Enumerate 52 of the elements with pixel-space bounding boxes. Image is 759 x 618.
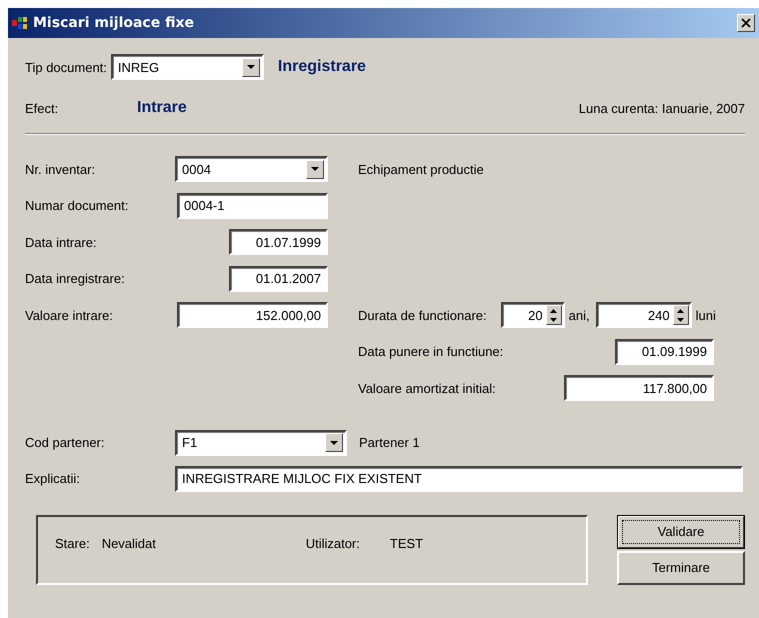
input-field[interactable]: 01.09.1999 <box>615 338 714 365</box>
dropdown-button[interactable] <box>306 160 324 179</box>
dialog-button[interactable]: Terminare <box>617 550 745 584</box>
close-button[interactable] <box>737 14 755 32</box>
field-label: Tip document: <box>25 60 107 74</box>
spinner-arrows[interactable] <box>546 305 562 326</box>
field-label: Valoare amortizat initial: <box>358 380 496 396</box>
spin-field[interactable]: 240 <box>596 302 692 328</box>
field-label: Numar document: <box>25 198 130 214</box>
field-label: Cod partener: <box>25 435 106 450</box>
user-value: TEST <box>390 536 424 551</box>
input-field[interactable]: INREGISTRARE MIJLOC FIX EXISTENT <box>175 466 743 492</box>
unit-label: ani, <box>568 308 590 323</box>
document-type-description: Inregistrare <box>278 58 366 76</box>
inventory-combo[interactable]: 0004 <box>175 156 328 182</box>
caret-icon <box>330 440 338 444</box>
close-icon <box>741 18 751 28</box>
spinner-arrows[interactable] <box>672 305 689 326</box>
dropdown-button[interactable] <box>242 58 260 76</box>
combo-value: 0004 <box>182 162 212 177</box>
field-label: Explicatii: <box>25 471 81 486</box>
dialog-button[interactable]: Validare <box>617 514 745 548</box>
caret-icon <box>246 65 255 69</box>
input-field[interactable]: 117.800,00 <box>564 375 714 402</box>
input-field[interactable]: 152.000,00 <box>177 302 328 328</box>
document-type-combo[interactable]: INREG <box>110 54 264 80</box>
field-label: Data punere in functiune: <box>358 344 504 360</box>
asset-name: Echipament productie <box>358 162 485 177</box>
field-label: Durata de functionare: <box>358 308 487 323</box>
field-label: Nr. inventar: <box>25 162 96 177</box>
dropdown-button[interactable] <box>325 433 343 452</box>
field-label: Data inregistrare: <box>25 271 126 286</box>
partner-combo[interactable]: F1 <box>175 430 347 456</box>
unit-label: luni <box>696 308 716 323</box>
input-field[interactable]: 01.07.1999 <box>229 229 328 256</box>
caret-icon <box>311 167 319 172</box>
status-value: Nevalidat <box>102 536 157 551</box>
current-month: Luna curenta: Ianuarie, 2007 <box>578 100 745 116</box>
partner-name: Partener 1 <box>359 435 420 450</box>
combo-value: INREG <box>118 60 160 74</box>
combo-value: F1 <box>182 435 198 450</box>
field-label: Valoare intrare: <box>25 308 114 323</box>
window-title: Miscari mijloace fixe <box>33 15 196 31</box>
app-icon <box>12 15 30 31</box>
spin-field[interactable]: 20 <box>500 302 565 328</box>
field-label: Data intrare: <box>25 234 98 250</box>
effect-value: Intrare <box>137 99 187 117</box>
input-field[interactable]: 01.01.2007 <box>229 266 328 292</box>
user-label: Utilizator: <box>306 536 360 551</box>
input-field[interactable]: 0004-1 <box>177 192 328 219</box>
status-label: Stare: <box>55 536 90 551</box>
field-label: Efect: <box>25 100 60 116</box>
